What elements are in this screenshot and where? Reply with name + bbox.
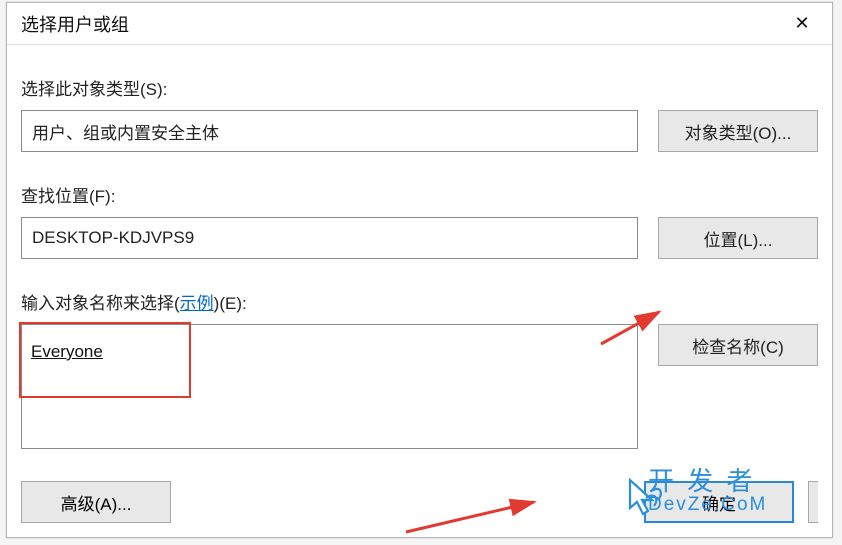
location-field: DESKTOP-KDJVPS9 — [21, 217, 638, 259]
locations-button-label: 位置(L)... — [704, 226, 773, 251]
names-label-prefix: 输入对象名称来选择( — [21, 294, 180, 313]
close-button[interactable]: ✕ — [772, 3, 832, 44]
ok-button-label: 确定 — [702, 490, 736, 515]
object-types-button-label: 对象类型(O)... — [685, 119, 792, 144]
advanced-button[interactable]: 高级(A)... — [21, 481, 171, 523]
locations-button[interactable]: 位置(L)... — [658, 217, 818, 259]
location-label: 查找位置(F): — [21, 182, 818, 207]
object-type-label: 选择此对象类型(S): — [21, 75, 818, 100]
object-type-value: 用户、组或内置安全主体 — [32, 119, 219, 144]
ok-button[interactable]: 确定 — [644, 481, 794, 523]
names-label-suffix: )(E): — [214, 294, 247, 313]
object-types-button[interactable]: 对象类型(O)... — [658, 110, 818, 152]
titlebar: 选择用户或组 ✕ — [7, 3, 832, 45]
close-icon: ✕ — [794, 13, 809, 34]
ok-cancel-group: 确定 — [644, 481, 818, 523]
location-value: DESKTOP-KDJVPS9 — [32, 228, 194, 248]
names-row: Everyone 检查名称(C) — [21, 324, 818, 449]
names-label: 输入对象名称来选择(示例)(E): — [21, 289, 818, 314]
annotation-highlight-box: Everyone — [19, 322, 191, 398]
dialog-window: 选择用户或组 ✕ 选择此对象类型(S): 用户、组或内置安全主体 对象类型(O)… — [6, 2, 833, 538]
location-row: DESKTOP-KDJVPS9 位置(L)... — [21, 217, 818, 259]
object-type-field: 用户、组或内置安全主体 — [21, 110, 638, 152]
object-type-row: 用户、组或内置安全主体 对象类型(O)... — [21, 110, 818, 152]
cancel-button-partial[interactable] — [808, 481, 818, 523]
advanced-button-label: 高级(A)... — [61, 490, 132, 515]
example-link[interactable]: 示例 — [180, 294, 214, 313]
check-names-button[interactable]: 检查名称(C) — [658, 324, 818, 366]
names-input-value: Everyone — [31, 342, 103, 361]
check-names-button-label: 检查名称(C) — [692, 333, 784, 358]
dialog-content: 选择此对象类型(S): 用户、组或内置安全主体 对象类型(O)... 查找位置(… — [7, 45, 832, 459]
names-input[interactable]: Everyone — [21, 324, 638, 449]
dialog-title: 选择用户或组 — [7, 11, 129, 37]
dialog-footer: 高级(A)... 确定 — [21, 481, 818, 523]
